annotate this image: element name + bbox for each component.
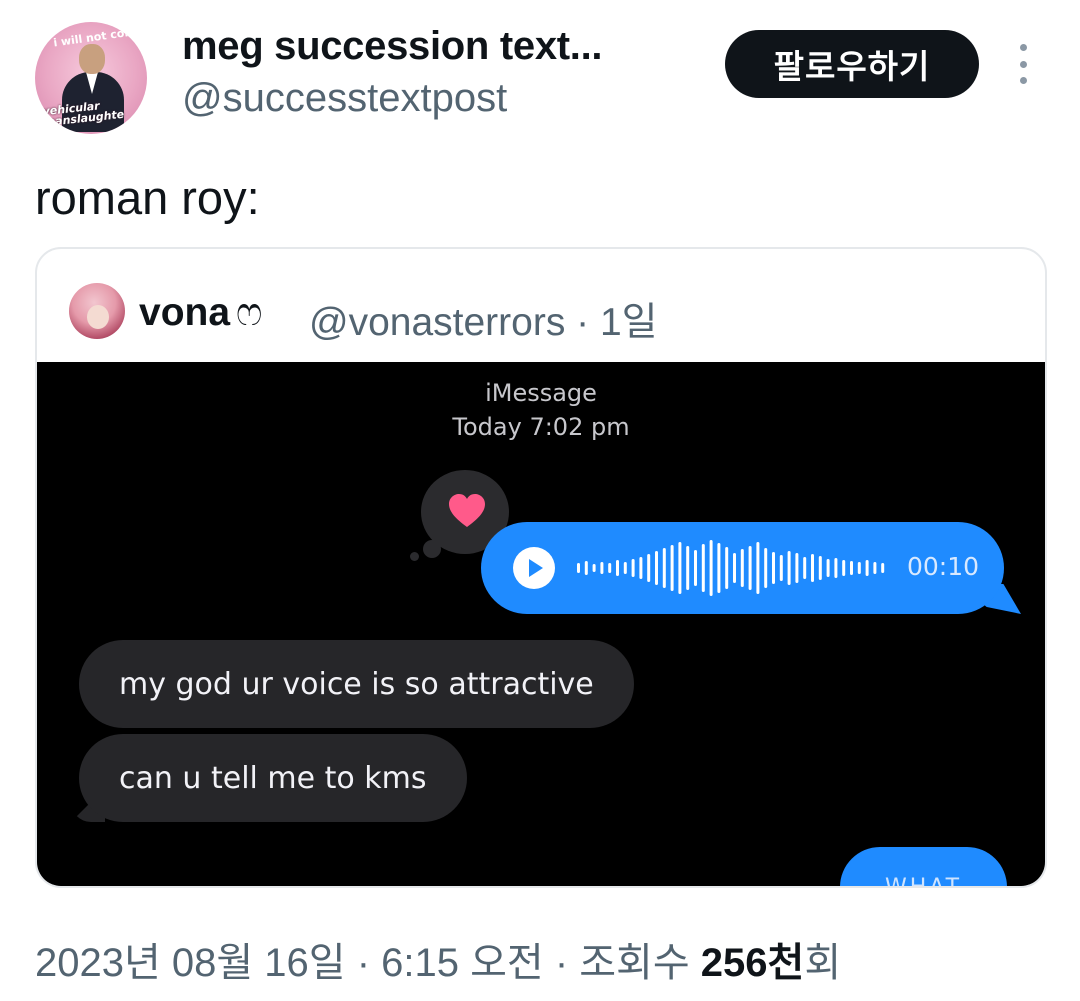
view-count-suffix: 회 bbox=[804, 941, 842, 985]
received-message: can u tell me to kms bbox=[79, 734, 467, 822]
waveform-bar bbox=[639, 557, 643, 579]
waveform-bar bbox=[795, 553, 799, 583]
waveform-bar bbox=[647, 554, 651, 582]
play-icon bbox=[513, 547, 555, 589]
more-options-icon[interactable] bbox=[1012, 44, 1034, 84]
waveform-bar bbox=[733, 553, 736, 583]
sent-message-partial: WHAT bbox=[840, 847, 1007, 886]
waveform-bar bbox=[600, 562, 604, 574]
follow-button[interactable]: 팔로우하기 bbox=[725, 30, 979, 98]
waveform-bar bbox=[834, 558, 838, 578]
imessage-timestamp: Today 7:02 pm bbox=[452, 413, 630, 441]
tweet-timestamp-views: 2023년 08월 16일 · 6:15 오전 · 조회수 256천회 bbox=[35, 930, 841, 988]
waveform-bar bbox=[826, 559, 830, 577]
avatar-figure-head bbox=[79, 44, 105, 74]
waveform-bar bbox=[631, 559, 635, 577]
waveform-bar bbox=[678, 542, 682, 594]
waveform-bar bbox=[608, 563, 612, 573]
waveform-bar bbox=[803, 557, 807, 579]
waveform-bar bbox=[842, 560, 846, 576]
waveform-bar bbox=[764, 548, 768, 588]
tweet-text: roman roy: bbox=[35, 171, 260, 224]
waveform-bar bbox=[717, 543, 721, 593]
waveform-bar bbox=[873, 562, 877, 574]
author-display-name[interactable]: meg succession text... bbox=[182, 24, 603, 69]
waveform-bar bbox=[787, 551, 791, 585]
waveform-bar bbox=[662, 548, 666, 588]
waveform-bar bbox=[748, 546, 752, 590]
waveform-bar bbox=[584, 561, 588, 575]
waveform-icon bbox=[577, 540, 885, 596]
imessage-header: iMessage Today 7:02 pm bbox=[37, 376, 1045, 444]
voice-duration: 00:10 bbox=[907, 552, 980, 581]
more-dot bbox=[1019, 77, 1027, 84]
quoted-tweet-card[interactable]: vona ෆ @vonasterrors · 1일 iMessage Today … bbox=[35, 247, 1047, 888]
waveform-bar bbox=[865, 560, 869, 576]
waveform-bar bbox=[701, 544, 705, 592]
quoted-handle-time: @vonasterrors · 1일 bbox=[309, 301, 658, 344]
tweet-date-time: 2023년 08월 16일 · 6:15 오전 · 조회수 bbox=[35, 941, 701, 985]
waveform-bar bbox=[592, 564, 596, 572]
waveform-bar bbox=[740, 549, 744, 587]
quoted-display-name: vona bbox=[139, 291, 231, 334]
waveform-bar bbox=[616, 560, 619, 576]
waveform-bar bbox=[577, 563, 580, 573]
waveform-bar bbox=[779, 555, 783, 581]
more-dot bbox=[1019, 60, 1027, 68]
quoted-media-image[interactable]: iMessage Today 7:02 pm 00:10 my god ur v… bbox=[37, 362, 1045, 886]
waveform-bar bbox=[655, 551, 658, 585]
waveform-bar bbox=[709, 540, 713, 596]
received-message: my god ur voice is so attractive bbox=[79, 640, 634, 728]
waveform-bar bbox=[772, 552, 775, 584]
waveform-bar bbox=[811, 554, 814, 582]
quoted-author-avatar[interactable] bbox=[69, 283, 125, 339]
voice-message-bubble: 00:10 bbox=[481, 522, 1004, 614]
heart-icon bbox=[449, 494, 485, 527]
waveform-bar bbox=[850, 561, 853, 575]
waveform-bar bbox=[686, 546, 690, 590]
waveform-bar bbox=[818, 556, 822, 580]
waveform-bar bbox=[756, 542, 760, 594]
waveform-bar bbox=[857, 562, 861, 574]
imessage-service-label: iMessage bbox=[485, 379, 597, 407]
quoted-author-name[interactable]: vona ෆ bbox=[139, 291, 262, 335]
waveform-bar bbox=[881, 563, 885, 573]
waveform-bar bbox=[623, 562, 627, 574]
author-handle[interactable]: @successtextpost bbox=[182, 76, 507, 121]
view-count: 256천 bbox=[700, 941, 805, 985]
tapback-bubble-dot bbox=[410, 552, 419, 561]
waveform-bar bbox=[670, 545, 674, 591]
more-dot bbox=[1019, 44, 1027, 51]
waveform-bar bbox=[725, 547, 729, 589]
author-avatar[interactable]: i will not comm vehicular manslaughte bbox=[35, 22, 147, 134]
waveform-bar bbox=[694, 550, 697, 586]
name-decoration-glyph: ෆ bbox=[236, 291, 263, 334]
